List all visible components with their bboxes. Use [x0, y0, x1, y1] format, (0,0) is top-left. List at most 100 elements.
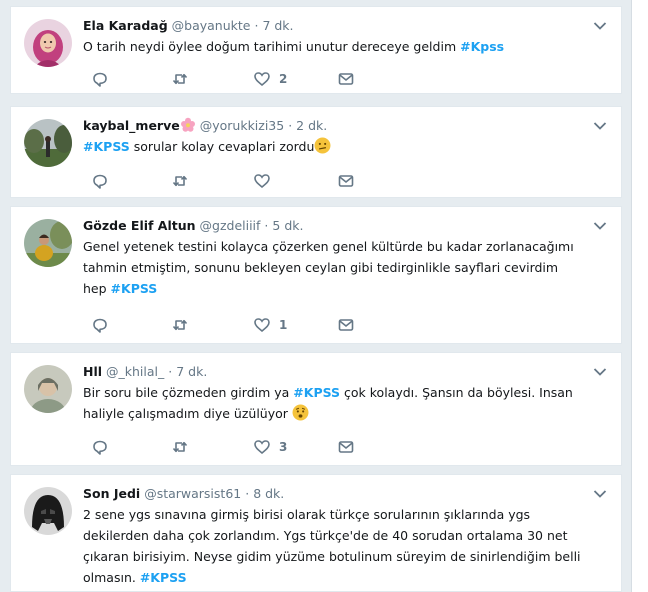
tweet-content: Gözde Elif Altun @gzdeliiif · 5 dk. Gene… [83, 217, 585, 299]
reply-button[interactable] [91, 315, 109, 335]
retweet-icon [172, 73, 188, 85]
display-name[interactable]: Hll [83, 364, 102, 379]
timestamp[interactable]: 8 dk. [253, 486, 284, 501]
tweet-content: kaybal_merve @yorukkizi35 · 2 dk. #KPSS … [83, 117, 585, 157]
person-portrait-avatar [24, 365, 72, 413]
like-count: 3 [279, 440, 288, 454]
darth-vader-avatar [24, 487, 72, 535]
hashtag-link[interactable]: #Kpss [460, 39, 504, 54]
user-handle[interactable]: @_khilal_ [106, 364, 164, 379]
tweet-card[interactable]: Hll @_khilal_ · 7 dk. Bir soru bile çözm… [10, 352, 622, 466]
like-button[interactable]: 3 [253, 437, 287, 457]
direct-message-button[interactable] [337, 315, 355, 335]
retweet-icon [172, 319, 188, 331]
worried-face-emoji-icon [292, 404, 309, 421]
retweet-button[interactable] [171, 69, 189, 89]
reply-icon [93, 174, 107, 189]
chevron-down-icon[interactable] [593, 121, 607, 131]
tweet-header: kaybal_merve @yorukkizi35 · 2 dk. [83, 117, 585, 135]
like-count: 1 [279, 318, 288, 332]
tweet-card[interactable]: kaybal_merve @yorukkizi35 · 2 dk. #KPSS … [10, 106, 622, 198]
confused-face-emoji-icon [314, 137, 331, 154]
tweet-text: 2 sene ygs sınavına girmiş birisi olarak… [83, 504, 585, 588]
avatar[interactable] [24, 119, 72, 167]
timestamp[interactable]: 7 dk. [262, 18, 293, 33]
woman-headscarf-avatar [24, 19, 72, 67]
avatar[interactable] [24, 365, 72, 413]
envelope-icon [338, 441, 354, 453]
hashtag-link[interactable]: #KPSS [140, 570, 187, 585]
tweet-text-part: Bir soru bile çözmeden girdim ya [83, 385, 294, 400]
like-button[interactable] [253, 171, 279, 191]
like-button[interactable]: 1 [253, 315, 287, 335]
heart-icon [254, 174, 270, 189]
tweet-text: O tarih neydi öylee doğum tarihimi unutu… [83, 36, 585, 57]
reply-button[interactable] [91, 437, 109, 457]
chevron-down-icon[interactable] [593, 21, 607, 31]
avatar[interactable] [24, 19, 72, 67]
tweet-header: Gözde Elif Altun @gzdeliiif · 5 dk. [83, 217, 585, 235]
separator-dot: · [254, 18, 259, 33]
user-handle[interactable]: @yorukkizi35 [200, 118, 285, 133]
reply-icon [93, 440, 107, 455]
retweet-icon [172, 175, 188, 187]
tweet-header: Hll @_khilal_ · 7 dk. [83, 363, 585, 381]
heart-icon [254, 72, 270, 87]
like-count: 2 [279, 72, 288, 86]
reply-button[interactable] [91, 69, 109, 89]
right-panel [632, 0, 648, 592]
heart-icon [254, 440, 270, 455]
tweet-text: #KPSS sorular kolay cevaplari zordu [83, 136, 585, 157]
avatar[interactable] [24, 219, 72, 267]
tweet-header: Ela Karadağ @bayanukte · 7 dk. [83, 17, 585, 35]
timestamp[interactable]: 5 dk. [272, 218, 303, 233]
display-name[interactable]: Ela Karadağ [83, 18, 168, 33]
separator-dot: · [245, 486, 250, 501]
reply-icon [93, 72, 107, 87]
display-name[interactable]: kaybal_merve [83, 118, 180, 133]
heart-icon [254, 318, 270, 333]
separator-dot: · [288, 118, 293, 133]
avatar[interactable] [24, 487, 72, 535]
display-name[interactable]: Gözde Elif Altun [83, 218, 196, 233]
separator-dot: · [168, 364, 173, 379]
retweet-icon [172, 441, 188, 453]
hashtag-link[interactable]: #KPSS [111, 281, 158, 296]
user-handle[interactable]: @gzdeliiif [200, 218, 261, 233]
tweet-card[interactable]: Gözde Elif Altun @gzdeliiif · 5 dk. Gene… [10, 206, 622, 344]
separator-dot: · [264, 218, 269, 233]
retweet-button[interactable] [171, 171, 189, 191]
tweet-content: Ela Karadağ @bayanukte · 7 dk. O tarih n… [83, 17, 585, 57]
tweet-text-part: O tarih neydi öylee doğum tarihimi unutu… [83, 39, 461, 54]
tweet-text: Bir soru bile çözmeden girdim ya #KPSS ç… [83, 382, 585, 424]
envelope-icon [338, 175, 354, 187]
hashtag-link[interactable]: #KPSS [83, 139, 130, 154]
hashtag-link[interactable]: #KPSS [293, 385, 340, 400]
timestamp[interactable]: 7 dk. [176, 364, 207, 379]
reply-button[interactable] [91, 171, 109, 191]
direct-message-button[interactable] [337, 171, 355, 191]
person-outdoors-avatar [24, 219, 72, 267]
envelope-icon [338, 319, 354, 331]
tweet-card[interactable]: Ela Karadağ @bayanukte · 7 dk. O tarih n… [10, 6, 622, 94]
reply-icon [93, 318, 107, 333]
tweet-text: Genel yetenek testini kolayca çözerken g… [83, 236, 585, 299]
park-landscape-avatar [24, 119, 72, 167]
chevron-down-icon[interactable] [593, 367, 607, 377]
user-handle[interactable]: @bayanukte [172, 18, 251, 33]
like-button[interactable]: 2 [253, 69, 287, 89]
retweet-button[interactable] [171, 315, 189, 335]
flower-emoji-icon [180, 117, 195, 132]
chevron-down-icon[interactable] [593, 489, 607, 499]
tweet-card[interactable]: Son Jedi @starwarsist61 · 8 dk. 2 sene y… [10, 474, 622, 592]
tweet-header: Son Jedi @starwarsist61 · 8 dk. [83, 485, 585, 503]
tweet-text-part: sorular kolay cevaplari zordu [129, 139, 315, 154]
user-handle[interactable]: @starwarsist61 [144, 486, 241, 501]
display-name[interactable]: Son Jedi [83, 486, 140, 501]
tweet-content: Son Jedi @starwarsist61 · 8 dk. 2 sene y… [83, 485, 585, 588]
direct-message-button[interactable] [337, 69, 355, 89]
chevron-down-icon[interactable] [593, 221, 607, 231]
timestamp[interactable]: 2 dk. [296, 118, 327, 133]
retweet-button[interactable] [171, 437, 189, 457]
direct-message-button[interactable] [337, 437, 355, 457]
